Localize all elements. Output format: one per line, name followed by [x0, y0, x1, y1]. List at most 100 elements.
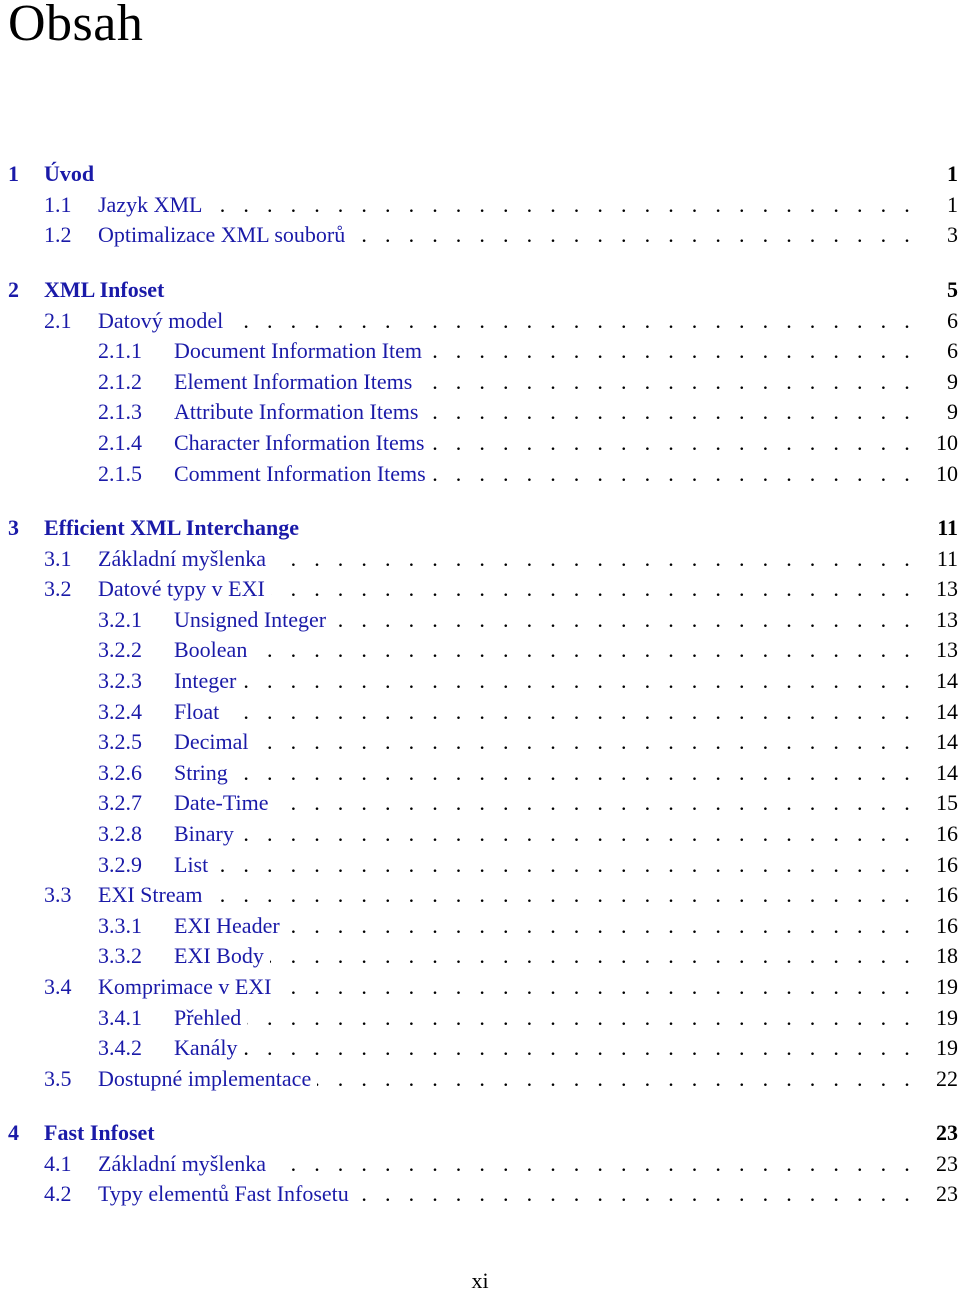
toc-entry-page: 14: [936, 729, 958, 754]
toc-entry-subsection[interactable]: 2.1.5 . . . . . . . . . . . . . . . . . …: [0, 459, 960, 489]
toc-entry-title: Optimalizace XML souborů: [98, 220, 352, 250]
toc-entry-title: EXI Stream: [98, 880, 209, 910]
toc-entry-page: 16: [936, 852, 958, 877]
dot-leader: . . . . . . . . . . . . . . . . . . . . …: [174, 1035, 916, 1060]
toc-entry-number: 3.2.4: [98, 699, 142, 724]
toc-entry-number: 1: [8, 161, 19, 186]
toc-entry-number: 3.2.5: [98, 729, 142, 754]
toc-entry-section[interactable]: 2.1 . . . . . . . . . . . . . . . . . . …: [0, 306, 960, 336]
toc-entry-title: Efficient XML Interchange: [44, 513, 306, 543]
toc-entry-title: Základní myšlenka: [98, 544, 273, 574]
dot-leader: . . . . . . . . . . . . . . . . . . . . …: [98, 882, 916, 907]
toc-entry-number: 3.3: [44, 882, 72, 907]
toc-entry-number: 3.4: [44, 974, 72, 999]
toc-entry-number: 4.2: [44, 1181, 72, 1206]
toc-entry-subsection[interactable]: 2.1.1 . . . . . . . . . . . . . . . . . …: [0, 336, 960, 366]
toc-entry-number: 4: [8, 1120, 19, 1145]
toc-entry-page: 16: [936, 821, 958, 846]
toc-entry-page: 11: [936, 546, 958, 571]
toc-entry-number: 2.1.4: [98, 430, 142, 455]
toc-entry-page: 10: [936, 461, 958, 486]
toc-entry-chapter[interactable]: 1 Úvod 1: [0, 159, 960, 189]
toc-entry-section[interactable]: 3.5 . . . . . . . . . . . . . . . . . . …: [0, 1064, 960, 1094]
dot-leader: . . . . . . . . . . . . . . . . . . . . …: [174, 699, 916, 724]
toc-entry-title: Integer: [174, 666, 243, 696]
toc-entry-number: 3.2.7: [98, 790, 142, 815]
toc-entry-page: 18: [936, 943, 958, 968]
toc-entry-number: 2.1.5: [98, 461, 142, 486]
toc-entry-chapter[interactable]: 2 XML Infoset 5: [0, 275, 960, 305]
toc-entry-page: 13: [936, 637, 958, 662]
toc-entry-title: Jazyk XML: [98, 190, 209, 220]
toc-entry-subsection[interactable]: 3.4.2 . . . . . . . . . . . . . . . . . …: [0, 1033, 960, 1063]
toc-entry-subsection[interactable]: 3.2.6 . . . . . . . . . . . . . . . . . …: [0, 758, 960, 788]
toc-entry-number: 3.2.1: [98, 607, 142, 632]
toc-entry-subsection[interactable]: 3.2.2 . . . . . . . . . . . . . . . . . …: [0, 635, 960, 665]
toc-entry-number: 1.2: [44, 222, 72, 247]
dot-leader: . . . . . . . . . . . . . . . . . . . . …: [174, 1005, 916, 1030]
toc-entry-section[interactable]: 3.1 . . . . . . . . . . . . . . . . . . …: [0, 544, 960, 574]
toc-entry-title: Decimal: [174, 727, 255, 757]
toc-entry-number: 3.5: [44, 1066, 72, 1091]
dot-leader: . . . . . . . . . . . . . . . . . . . . …: [98, 192, 916, 217]
toc-entry-page: 5: [947, 277, 958, 302]
page-number: xi: [471, 1268, 489, 1293]
toc-entry-number: 3.2.2: [98, 637, 142, 662]
dot-leader: . . . . . . . . . . . . . . . . . . . . …: [174, 637, 916, 662]
toc-entry-section[interactable]: 1.2 . . . . . . . . . . . . . . . . . . …: [0, 220, 960, 250]
toc-entry-section[interactable]: 4.2 . . . . . . . . . . . . . . . . . . …: [0, 1179, 960, 1209]
toc-entry-title: Kanály: [174, 1033, 244, 1063]
dot-leader: . . . . . . . . . . . . . . . . . . . . …: [174, 729, 916, 754]
toc-entry-title: Attribute Information Items: [174, 397, 425, 427]
toc-entry-number: 3.2.3: [98, 668, 142, 693]
toc-entry-subsection[interactable]: 3.2.7 . . . . . . . . . . . . . . . . . …: [0, 788, 960, 818]
toc-entry-title: Comment Information Items: [174, 459, 432, 489]
toc-entry-title: Boolean: [174, 635, 254, 665]
dot-leader: . . . . . . . . . . . . . . . . . . . . …: [174, 821, 916, 846]
toc-entry-page: 16: [936, 882, 958, 907]
toc-entry-title: Komprimace v EXI: [98, 972, 278, 1002]
toc-entry-page: 9: [947, 399, 958, 424]
toc-entry-chapter[interactable]: 3 Efficient XML Interchange 11: [0, 513, 960, 543]
toc-entry-title: Datový model: [98, 306, 230, 336]
toc-entry-section[interactable]: 4.1 . . . . . . . . . . . . . . . . . . …: [0, 1149, 960, 1179]
toc-entry-number: 4.1: [44, 1151, 72, 1176]
toc-entry-page: 9: [947, 369, 958, 394]
toc-entry-title: List: [174, 850, 215, 880]
toc-entry-number: 3.1: [44, 546, 72, 571]
toc-entry-subsection[interactable]: 3.4.1 . . . . . . . . . . . . . . . . . …: [0, 1003, 960, 1033]
toc-entry-subsection[interactable]: 2.1.4 . . . . . . . . . . . . . . . . . …: [0, 428, 960, 458]
toc-entry-number: 3: [8, 515, 19, 540]
toc-entry-subsection[interactable]: 2.1.3 . . . . . . . . . . . . . . . . . …: [0, 397, 960, 427]
toc-entry-subsection[interactable]: 3.2.9 . . . . . . . . . . . . . . . . . …: [0, 850, 960, 880]
toc-entry-subsection[interactable]: 3.2.4 . . . . . . . . . . . . . . . . . …: [0, 697, 960, 727]
toc-entry-page: 15: [936, 790, 958, 815]
toc-entry-subsection[interactable]: 3.2.5 . . . . . . . . . . . . . . . . . …: [0, 727, 960, 757]
dot-leader: . . . . . . . . . . . . . . . . . . . . …: [174, 852, 916, 877]
toc-entry-subsection[interactable]: 3.3.1 . . . . . . . . . . . . . . . . . …: [0, 911, 960, 941]
toc-entry-title: Float: [174, 697, 226, 727]
toc-entry-section[interactable]: 1.1 . . . . . . . . . . . . . . . . . . …: [0, 190, 960, 220]
toc-entry-section[interactable]: 3.3 . . . . . . . . . . . . . . . . . . …: [0, 880, 960, 910]
toc-entry-title: Datové typy v EXI: [98, 574, 271, 604]
toc-entry-subsection[interactable]: 3.2.3 . . . . . . . . . . . . . . . . . …: [0, 666, 960, 696]
toc-entry-subsection[interactable]: 2.1.2 . . . . . . . . . . . . . . . . . …: [0, 367, 960, 397]
toc-entry-chapter[interactable]: 4 Fast Infoset 23: [0, 1118, 960, 1148]
toc-entry-number: 2.1.1: [98, 338, 142, 363]
toc-entry-title: Unsigned Integer: [174, 605, 333, 635]
toc-entry-number: 3.2.8: [98, 821, 142, 846]
toc-entry-page: 1: [947, 192, 958, 217]
dot-leader: . . . . . . . . . . . . . . . . . . . . …: [174, 943, 916, 968]
toc-entry-section[interactable]: 3.4 . . . . . . . . . . . . . . . . . . …: [0, 972, 960, 1002]
dot-leader: . . . . . . . . . . . . . . . . . . . . …: [174, 760, 916, 785]
toc-entry-number: 2.1.3: [98, 399, 142, 424]
toc-entry-subsection[interactable]: 3.2.1 . . . . . . . . . . . . . . . . . …: [0, 605, 960, 635]
toc-entry-number: 2.1: [44, 308, 72, 333]
toc-entry-page: 11: [937, 515, 958, 540]
toc-entry-subsection[interactable]: 3.3.2 . . . . . . . . . . . . . . . . . …: [0, 941, 960, 971]
toc-entry-page: 14: [936, 668, 958, 693]
toc-entry-section[interactable]: 3.2 . . . . . . . . . . . . . . . . . . …: [0, 574, 960, 604]
toc-entry-page: 1: [947, 161, 958, 186]
toc-entry-subsection[interactable]: 3.2.8 . . . . . . . . . . . . . . . . . …: [0, 819, 960, 849]
toc-entry-page: 23: [936, 1120, 958, 1145]
